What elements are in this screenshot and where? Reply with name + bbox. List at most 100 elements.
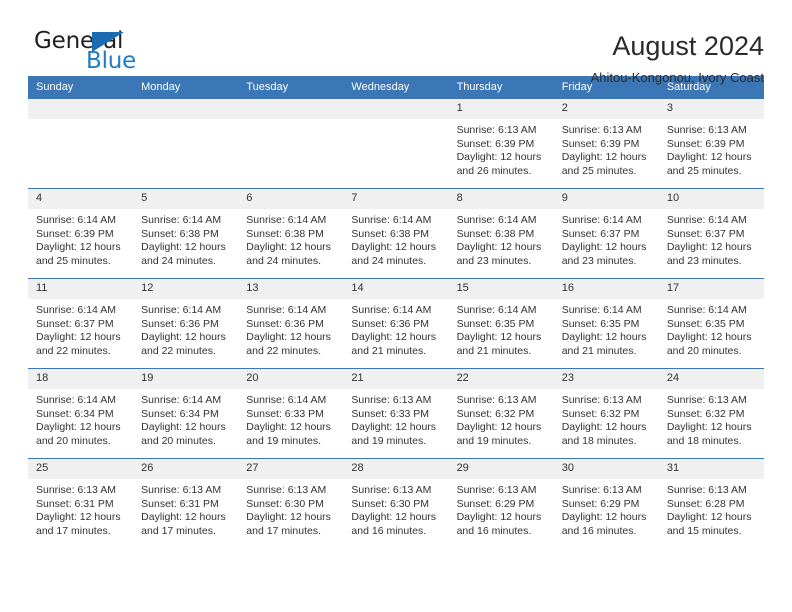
calendar-day-cell[interactable]: 8 Sunrise: 6:14 AM Sunset: 6:38 PM Daylight… [448, 188, 554, 279]
sunset-text: Sunset: 6:38 PM [456, 227, 535, 240]
sunrise-text: Sunrise: 6:13 AM [351, 484, 432, 496]
calendar-page: General Blue August 2024 Ahitou-Kongonou… [0, 0, 792, 612]
sunrise-text: Sunrise: 6:14 AM [561, 304, 642, 316]
calendar-day-cell[interactable]: 19 Sunrise: 6:14 AM Sunset: 6:34 PM Dayligh… [133, 368, 239, 459]
daylight-text: Daylight: 12 hours and 18 minutes. [561, 421, 647, 447]
day-number: 6 [238, 189, 344, 209]
daylight-text: Daylight: 12 hours and 21 minutes. [351, 331, 437, 357]
daylight-text: Daylight: 12 hours and 23 minutes. [666, 241, 752, 267]
sunset-text: Sunset: 6:31 PM [141, 497, 219, 510]
day-details: Sunrise: 6:13 AM Sunset: 6:31 PM Daylight:… [28, 479, 133, 538]
calendar-day-cell[interactable]: 12 Sunrise: 6:14 AM Sunset: 6:36 PM Dayligh… [133, 278, 239, 369]
day-number: 12 [133, 279, 239, 299]
calendar-day-cell[interactable]: 29 Sunrise: 6:13 AM Sunset: 6:29 PM Dayligh… [448, 458, 554, 548]
sunrise-text: Sunrise: 6:13 AM [456, 394, 537, 406]
day-number: 7 [343, 189, 449, 209]
calendar-day-cell[interactable]: 31 Sunrise: 6:13 AM Sunset: 6:28 PM Dayligh… [658, 458, 764, 548]
calendar-day-cell[interactable]: 10 Sunrise: 6:14 AM Sunset: 6:37 PM Dayligh… [658, 188, 764, 279]
day-number [133, 99, 239, 119]
daylight-text: Daylight: 12 hours and 20 minutes. [666, 331, 752, 357]
daylight-text: Daylight: 12 hours and 22 minutes. [36, 331, 121, 357]
daylight-text: Daylight: 12 hours and 21 minutes. [561, 331, 647, 357]
calendar-day-cell[interactable]: 2 Sunrise: 6:13 AM Sunset: 6:39 PM Daylight… [553, 99, 659, 189]
daylight-text: Daylight: 12 hours and 17 minutes. [36, 511, 121, 537]
sunrise-text: Sunrise: 6:13 AM [141, 484, 222, 496]
calendar-day-cell[interactable]: 1 Sunrise: 6:13 AM Sunset: 6:39 PM Daylight… [448, 99, 554, 189]
calendar-day-cell[interactable]: 24 Sunrise: 6:13 AM Sunset: 6:32 PM Dayligh… [658, 368, 764, 459]
day-details: Sunrise: 6:14 AM Sunset: 6:38 PM Daylight:… [133, 209, 238, 268]
daylight-text: Daylight: 12 hours and 25 minutes. [561, 151, 647, 177]
calendar-day-cell[interactable]: 21 Sunrise: 6:13 AM Sunset: 6:33 PM Dayligh… [343, 368, 449, 459]
day-details: Sunrise: 6:14 AM Sunset: 6:34 PM Daylight:… [28, 389, 133, 448]
calendar-day-cell[interactable]: 25 Sunrise: 6:13 AM Sunset: 6:31 PM Dayligh… [28, 458, 134, 548]
calendar-day-cell[interactable]: 30 Sunrise: 6:13 AM Sunset: 6:29 PM Dayligh… [553, 458, 659, 548]
daylight-text: Daylight: 12 hours and 23 minutes. [456, 241, 542, 267]
daylight-text: Daylight: 12 hours and 16 minutes. [351, 511, 437, 537]
day-number: 19 [133, 369, 239, 389]
daylight-text: Daylight: 12 hours and 16 minutes. [456, 511, 542, 537]
sunset-text: Sunset: 6:36 PM [141, 317, 219, 330]
day-details: Sunrise: 6:13 AM Sunset: 6:32 PM Daylight:… [659, 389, 764, 448]
daylight-text: Daylight: 12 hours and 23 minutes. [561, 241, 647, 267]
day-details: Sunrise: 6:14 AM Sunset: 6:38 PM Daylight:… [343, 209, 448, 268]
day-details: Sunrise: 6:13 AM Sunset: 6:39 PM Daylight:… [659, 119, 764, 178]
day-details: Sunrise: 6:13 AM Sunset: 6:39 PM Daylight:… [554, 119, 659, 178]
calendar-day-cell[interactable]: 3 Sunrise: 6:13 AM Sunset: 6:39 PM Daylight… [658, 99, 764, 189]
calendar-day-cell[interactable]: 20 Sunrise: 6:14 AM Sunset: 6:33 PM Dayligh… [238, 368, 344, 459]
sunset-text: Sunset: 6:38 PM [351, 227, 430, 240]
logo-secondary-text: Blue [86, 48, 137, 74]
calendar-day-cell[interactable]: 22 Sunrise: 6:13 AM Sunset: 6:32 PM Dayligh… [448, 368, 554, 459]
sunset-text: Sunset: 6:34 PM [36, 407, 114, 420]
calendar-day-cell[interactable]: 28 Sunrise: 6:13 AM Sunset: 6:30 PM Dayligh… [343, 458, 449, 548]
sunset-text: Sunset: 6:32 PM [456, 407, 535, 420]
day-number: 21 [343, 369, 449, 389]
sunrise-text: Sunrise: 6:14 AM [351, 214, 432, 226]
day-details: Sunrise: 6:13 AM Sunset: 6:29 PM Daylight:… [554, 479, 659, 538]
calendar-day-cell[interactable]: 17 Sunrise: 6:14 AM Sunset: 6:35 PM Dayligh… [658, 278, 764, 369]
calendar-day-cell[interactable]: 26 Sunrise: 6:13 AM Sunset: 6:31 PM Dayligh… [133, 458, 239, 548]
daylight-text: Daylight: 12 hours and 15 minutes. [666, 511, 752, 537]
general-blue-logo[interactable]: General Blue [28, 28, 146, 80]
day-details: Sunrise: 6:13 AM Sunset: 6:33 PM Daylight:… [343, 389, 448, 448]
weekday-header-monday: Monday [133, 76, 239, 99]
calendar-day-cell[interactable]: 9 Sunrise: 6:14 AM Sunset: 6:37 PM Daylight… [553, 188, 659, 279]
sunrise-text: Sunrise: 6:14 AM [36, 394, 116, 406]
daylight-text: Daylight: 12 hours and 17 minutes. [141, 511, 226, 537]
calendar-week-row: 18 Sunrise: 6:14 AM Sunset: 6:34 PM Dayligh… [28, 368, 764, 459]
daylight-text: Daylight: 12 hours and 19 minutes. [246, 421, 331, 447]
calendar-day-cell-empty [133, 99, 239, 189]
day-number: 22 [448, 369, 554, 389]
calendar-day-cell[interactable]: 6 Sunrise: 6:14 AM Sunset: 6:38 PM Daylight… [238, 188, 344, 279]
sunset-text: Sunset: 6:37 PM [36, 317, 114, 330]
day-details: Sunrise: 6:13 AM Sunset: 6:39 PM Daylight:… [449, 119, 554, 178]
sunrise-text: Sunrise: 6:13 AM [561, 394, 642, 406]
calendar-day-cell[interactable]: 18 Sunrise: 6:14 AM Sunset: 6:34 PM Dayligh… [28, 368, 134, 459]
calendar-day-cell[interactable]: 15 Sunrise: 6:14 AM Sunset: 6:35 PM Dayligh… [448, 278, 554, 369]
day-number: 4 [28, 189, 134, 209]
sunset-text: Sunset: 6:38 PM [141, 227, 219, 240]
day-details: Sunrise: 6:14 AM Sunset: 6:37 PM Daylight:… [554, 209, 659, 268]
calendar-day-cell[interactable]: 5 Sunrise: 6:14 AM Sunset: 6:38 PM Daylight… [133, 188, 239, 279]
day-number [238, 99, 344, 119]
daylight-text: Daylight: 12 hours and 19 minutes. [351, 421, 437, 447]
calendar-day-cell[interactable]: 27 Sunrise: 6:13 AM Sunset: 6:30 PM Dayligh… [238, 458, 344, 548]
sunrise-text: Sunrise: 6:14 AM [246, 394, 327, 406]
sunrise-text: Sunrise: 6:13 AM [666, 394, 747, 406]
calendar-day-cell[interactable]: 14 Sunrise: 6:14 AM Sunset: 6:36 PM Dayligh… [343, 278, 449, 369]
calendar-day-cell[interactable]: 16 Sunrise: 6:14 AM Sunset: 6:35 PM Dayligh… [553, 278, 659, 369]
sunset-text: Sunset: 6:36 PM [246, 317, 324, 330]
sunrise-text: Sunrise: 6:14 AM [141, 394, 222, 406]
sunset-text: Sunset: 6:32 PM [666, 407, 745, 420]
day-details: Sunrise: 6:14 AM Sunset: 6:35 PM Daylight:… [554, 299, 659, 358]
sunset-text: Sunset: 6:28 PM [666, 497, 745, 510]
calendar-day-cell[interactable]: 4 Sunrise: 6:14 AM Sunset: 6:39 PM Daylight… [28, 188, 134, 279]
sunset-text: Sunset: 6:31 PM [36, 497, 114, 510]
day-details: Sunrise: 6:13 AM Sunset: 6:29 PM Daylight:… [449, 479, 554, 538]
sunrise-text: Sunrise: 6:14 AM [246, 214, 327, 226]
sunset-text: Sunset: 6:35 PM [666, 317, 745, 330]
calendar-day-cell[interactable]: 7 Sunrise: 6:14 AM Sunset: 6:38 PM Daylight… [343, 188, 449, 279]
calendar-day-cell[interactable]: 23 Sunrise: 6:13 AM Sunset: 6:32 PM Dayligh… [553, 368, 659, 459]
calendar-day-cell[interactable]: 11 Sunrise: 6:14 AM Sunset: 6:37 PM Dayligh… [28, 278, 134, 369]
calendar-day-cell[interactable]: 13 Sunrise: 6:14 AM Sunset: 6:36 PM Dayligh… [238, 278, 344, 369]
sunrise-text: Sunrise: 6:14 AM [141, 214, 222, 226]
